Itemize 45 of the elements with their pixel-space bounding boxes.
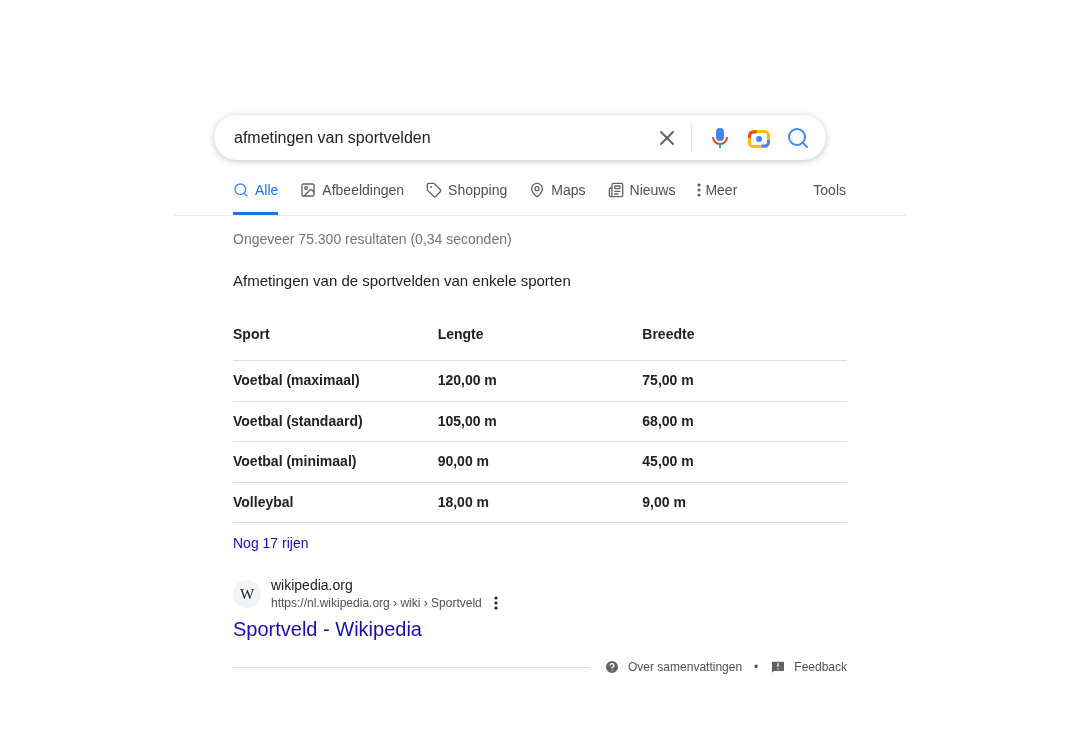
column-header: Breedte xyxy=(642,325,695,342)
image-icon xyxy=(300,182,317,198)
search-tab[interactable]: Afbeeldingen xyxy=(300,180,405,215)
about-link[interactable]: Over samenvattingen xyxy=(628,658,743,676)
feedback-icon xyxy=(770,659,787,675)
search-icon xyxy=(233,182,249,198)
feedback-link[interactable]: Feedback xyxy=(794,658,847,676)
table-cell: 90,00 m xyxy=(437,453,490,470)
table-cell: 18,00 m xyxy=(437,493,490,510)
search-tab[interactable]: Nieuws xyxy=(607,180,676,215)
table-cell: Voetbal (standaard) xyxy=(233,412,363,429)
table-cell: 120,00 m xyxy=(437,372,497,389)
more-icon xyxy=(697,183,702,197)
search-field[interactable]: afmetingen van sportvelden xyxy=(234,125,655,150)
pin-icon xyxy=(529,182,546,198)
search-tab[interactable]: Shopping xyxy=(426,180,508,215)
newspaper-icon xyxy=(607,182,624,198)
camera-icon[interactable] xyxy=(748,127,770,148)
site-favicon: W xyxy=(233,580,261,608)
site-url: https://nl.wikipedia.org › wiki › Sportveld xyxy=(271,595,482,612)
tag-icon xyxy=(426,182,443,198)
search-tab[interactable]: Meer xyxy=(697,180,738,215)
table-cell: 105,00 m xyxy=(437,412,497,429)
table-cell: Voetbal (minimaal) xyxy=(233,453,357,470)
column-header: Sport xyxy=(233,325,270,342)
more-icon[interactable] xyxy=(493,596,498,610)
site-name: wikipedia.org xyxy=(271,576,354,594)
column-header: Lengte xyxy=(437,325,484,342)
table-cell: 45,00 m xyxy=(642,453,694,470)
search-tab[interactable]: Alle xyxy=(233,180,279,215)
help-icon xyxy=(604,659,621,675)
table-cell: 9,00 m xyxy=(642,493,686,510)
search-icon[interactable] xyxy=(786,125,810,150)
tools-button[interactable]: Tools xyxy=(813,180,846,215)
microphone-icon[interactable] xyxy=(712,126,728,149)
table-cell: Voetbal (maximaal) xyxy=(233,372,360,389)
result-title-link[interactable]: Sportveld - Wikipedia xyxy=(233,618,422,640)
search-tab[interactable]: Maps xyxy=(529,180,586,215)
separator-dot: • xyxy=(754,659,759,676)
snippet-title: Afmetingen van de sportvelden van enkele sporten xyxy=(233,271,572,291)
table-cell: Volleybal xyxy=(233,493,294,510)
result-stats: Ongeveer 75.300 resultaten (0,34 seconden) xyxy=(233,230,513,249)
table-cell: 75,00 m xyxy=(642,372,694,389)
table-cell: 68,00 m xyxy=(642,412,694,429)
more-rows-link[interactable]: Nog 17 rijen xyxy=(233,535,309,551)
